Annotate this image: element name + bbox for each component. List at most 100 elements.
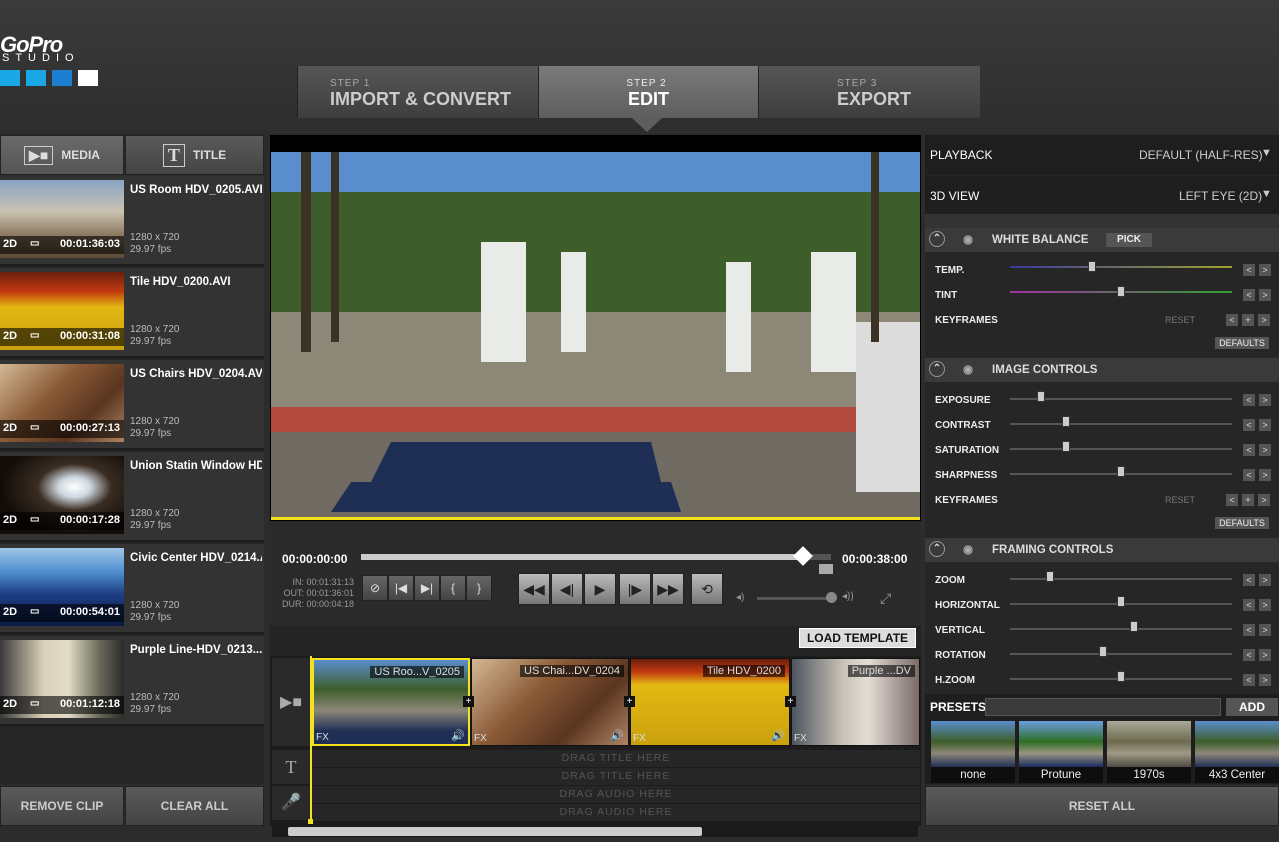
rotation-slider[interactable] [1010, 653, 1232, 655]
defaults-button[interactable]: DEFAULTS [1215, 337, 1269, 349]
timeline-clip[interactable]: US Roo...V_0205 FX [312, 658, 470, 746]
increment-icon[interactable]: > [1259, 264, 1271, 276]
media-clip[interactable]: 2D ▭ 00:00:31:08 Tile HDV_0200.AVI 1280 x … [0, 268, 264, 358]
defaults-button[interactable]: DEFAULTS [1215, 517, 1269, 529]
audio-icon[interactable]: 🔊 [771, 729, 785, 742]
hzoom-handle[interactable] [1117, 671, 1125, 682]
increment-icon[interactable]: > [1259, 289, 1271, 301]
collapse-icon[interactable]: ⌃ [929, 541, 945, 557]
decrement-icon[interactable]: < [1243, 674, 1255, 686]
volume-slider[interactable] [757, 597, 834, 600]
step-import[interactable]: STEP 1 IMPORT & CONVERT [297, 66, 538, 118]
volume-handle[interactable] [825, 592, 837, 603]
step-export[interactable]: STEP 3 EXPORT [758, 66, 980, 118]
step-back-icon[interactable]: ◀| [551, 573, 583, 605]
load-template-button[interactable]: LOAD TEMPLATE [799, 628, 916, 648]
timeline-clip[interactable]: Purple ...DV FX [791, 658, 920, 746]
increment-icon[interactable]: > [1259, 394, 1271, 406]
increment-icon[interactable]: > [1259, 649, 1271, 661]
image-controls-header[interactable]: ⌃ ◉ IMAGE CONTROLS [925, 358, 1279, 382]
decrement-icon[interactable]: < [1243, 649, 1255, 661]
tab-title[interactable]: T TITLE [125, 135, 264, 175]
transition-plus-icon[interactable]: + [785, 696, 796, 707]
timeline-scroll-thumb[interactable] [288, 827, 702, 836]
timeline-clip[interactable]: Tile HDV_0200 FX [630, 658, 790, 746]
contrast-handle[interactable] [1061, 416, 1070, 427]
add-keyframe-icon[interactable]: + [1242, 494, 1254, 506]
play-icon[interactable]: ▶ [584, 573, 616, 605]
preset-name-input[interactable] [985, 698, 1221, 716]
transition-plus-icon[interactable]: + [624, 696, 635, 707]
keyframe-reset-button[interactable]: RESET [1165, 315, 1195, 325]
zoom-slider[interactable] [1010, 578, 1232, 580]
decrement-icon[interactable]: < [1243, 264, 1255, 276]
decrement-icon[interactable]: < [1243, 419, 1255, 431]
increment-icon[interactable]: > [1259, 674, 1271, 686]
increment-icon[interactable]: > [1259, 599, 1271, 611]
remove-clip-button[interactable]: REMOVE CLIP [0, 786, 124, 826]
audio-drop-zone[interactable]: DRAG AUDIO HERE [312, 804, 920, 821]
fullscreen-icon[interactable]: ⤢ [880, 590, 891, 607]
temp-handle[interactable] [1088, 261, 1097, 272]
preset-thumb[interactable]: 1970s [1107, 721, 1191, 783]
collapse-icon[interactable]: ⌃ [929, 361, 945, 377]
decrement-icon[interactable]: < [1243, 574, 1255, 586]
volume-high-icon[interactable]: ◂)) [842, 591, 854, 602]
fast-forward-icon[interactable]: ▶▶ [652, 573, 684, 605]
vertical-handle[interactable] [1130, 621, 1139, 632]
playback-row[interactable]: PLAYBACK DEFAULT (HALF-RES) ▼ [925, 135, 1279, 175]
media-clip[interactable]: 2D ▭ 00:00:17:28 Union Statin Window HD...… [0, 452, 264, 542]
preset-thumb[interactable]: none [931, 721, 1015, 783]
next-keyframe-icon[interactable]: > [1258, 314, 1270, 326]
preset-thumb[interactable]: Protune [1019, 721, 1103, 783]
volume-low-icon[interactable]: ◂) [736, 592, 744, 603]
step-forward-icon[interactable]: |▶ [619, 573, 651, 605]
saturation-handle[interactable] [1061, 441, 1070, 452]
eye-icon[interactable]: ◉ [963, 362, 973, 376]
increment-icon[interactable]: > [1259, 574, 1271, 586]
increment-icon[interactable]: > [1259, 469, 1271, 481]
eye-icon[interactable]: ◉ [963, 232, 973, 246]
decrement-icon[interactable]: < [1243, 394, 1255, 406]
decrement-icon[interactable]: < [1243, 469, 1255, 481]
vertical-slider[interactable] [1010, 628, 1232, 630]
audio-drop-zone[interactable]: DRAG AUDIO HERE [312, 786, 920, 803]
eye-icon[interactable]: ◉ [963, 542, 973, 556]
view3d-row[interactable]: 3D VIEW LEFT EYE (2D) ▼ [925, 176, 1279, 214]
clip-marker-icon[interactable]: ⊘ [362, 575, 388, 601]
zoom-handle[interactable] [1045, 571, 1054, 582]
media-clip[interactable]: 2D ▭ 00:01:36:03 US Room HDV_0205.AVI 1280… [0, 176, 264, 266]
transition-plus-icon[interactable]: + [463, 696, 474, 707]
preset-thumb[interactable]: 4x3 Center [1195, 721, 1279, 783]
decrement-icon[interactable]: < [1243, 444, 1255, 456]
media-clip[interactable]: 2D ▭ 00:00:27:13 US Chairs HDV_0204.AVI 12… [0, 360, 264, 450]
go-to-in-icon[interactable]: |◀ [388, 575, 414, 601]
temp-slider[interactable] [1010, 266, 1232, 268]
framing-controls-header[interactable]: ⌃ ◉ FRAMING CONTROLS [925, 538, 1279, 562]
rotation-handle[interactable] [1099, 646, 1108, 657]
title-drop-zone[interactable]: DRAG TITLE HERE [312, 750, 920, 767]
sharpness-handle[interactable] [1117, 466, 1125, 477]
contrast-slider[interactable] [1010, 423, 1232, 425]
next-keyframe-icon[interactable]: > [1258, 494, 1270, 506]
add-keyframe-icon[interactable]: + [1242, 314, 1254, 326]
video-frame[interactable] [271, 152, 920, 520]
step-edit[interactable]: STEP 2 EDIT [538, 66, 758, 118]
exposure-handle[interactable] [1037, 391, 1046, 402]
saturation-slider[interactable] [1010, 448, 1232, 450]
tab-media[interactable]: ▶■ MEDIA [0, 135, 124, 175]
decrement-icon[interactable]: < [1243, 599, 1255, 611]
increment-icon[interactable]: > [1259, 624, 1271, 636]
audio-icon[interactable]: 🔊 [610, 729, 624, 742]
increment-icon[interactable]: > [1259, 444, 1271, 456]
loop-icon[interactable]: ⟲ [691, 573, 723, 605]
go-to-out-icon[interactable]: ▶| [414, 575, 440, 601]
reset-all-button[interactable]: RESET ALL [925, 786, 1279, 826]
pick-button[interactable]: PICK [1106, 233, 1152, 247]
mark-out-icon[interactable]: } [466, 575, 492, 601]
media-clip[interactable]: 2D ▭ 00:00:54:01 Civic Center HDV_0214.AVI… [0, 544, 264, 634]
decrement-icon[interactable]: < [1243, 624, 1255, 636]
collapse-icon[interactable]: ⌃ [929, 231, 945, 247]
tint-handle[interactable] [1117, 286, 1125, 297]
decrement-icon[interactable]: < [1226, 494, 1238, 506]
